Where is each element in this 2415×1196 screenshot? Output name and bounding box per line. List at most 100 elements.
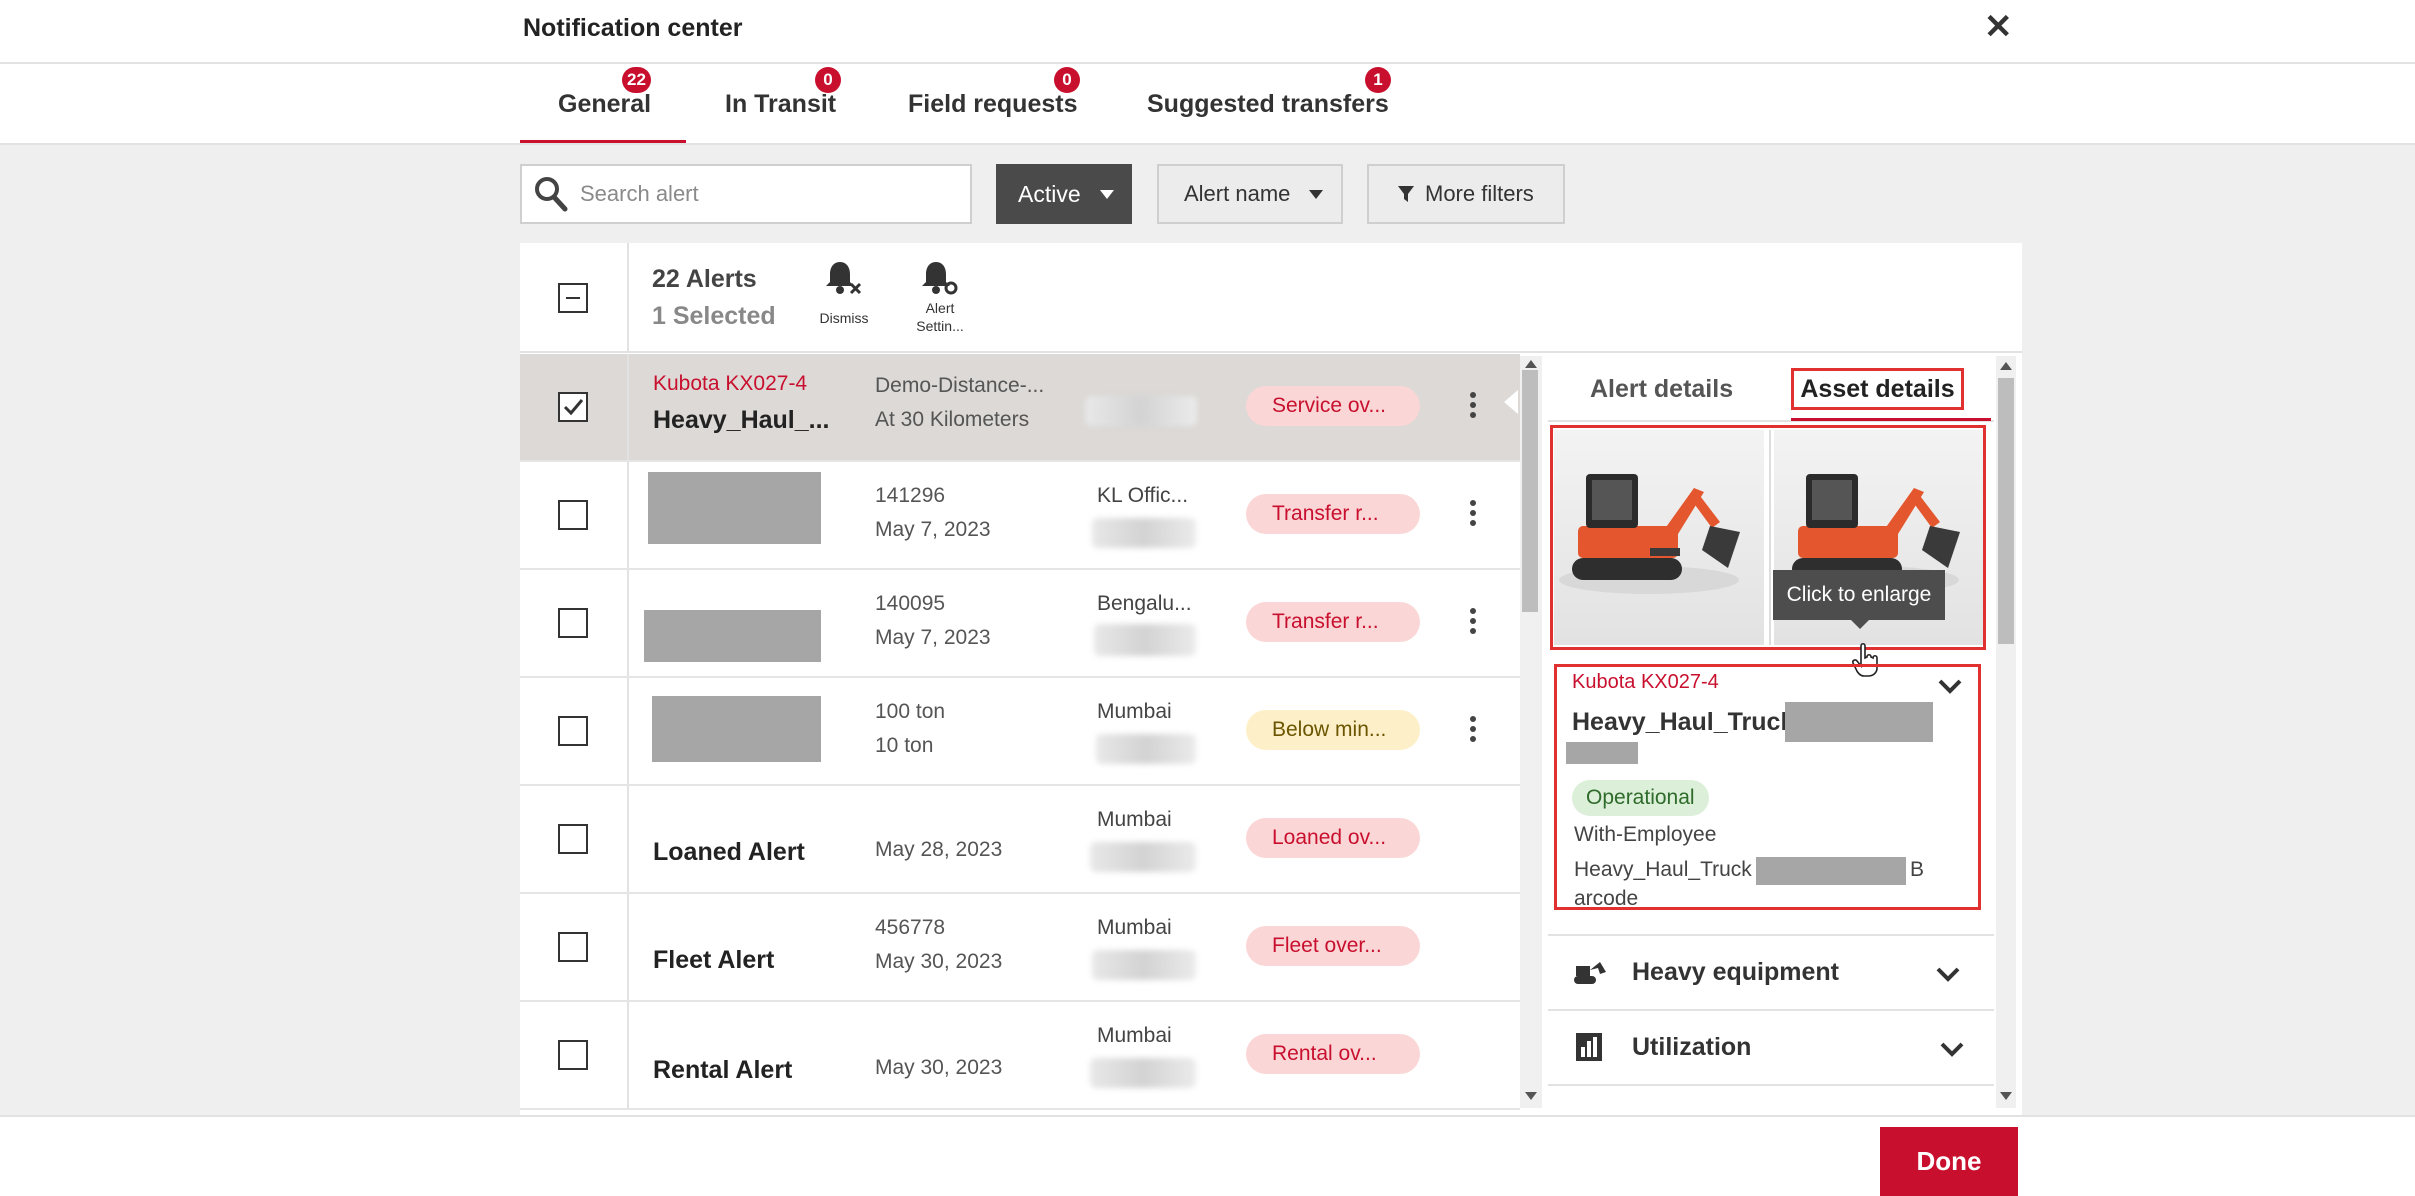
table-row[interactable]: 141296 May 7, 2023 KL Offic... Transfer … [520, 462, 1520, 570]
scroll-down-icon[interactable] [2000, 1092, 2012, 1100]
row-checkbox[interactable] [558, 500, 588, 530]
section-label: Utilization [1632, 1033, 1752, 1061]
table-row[interactable]: Kubota KX027-4 Heavy_Haul_... Demo-Dista… [520, 354, 1520, 462]
column-divider [627, 570, 629, 676]
location: Mumbai [1097, 1024, 1172, 1047]
detail-custody: With-Employee [1574, 823, 1717, 846]
alert-name-filter-dropdown[interactable]: Alert name [1157, 164, 1343, 224]
close-icon[interactable]: ✕ [1984, 10, 2013, 44]
alert-title: Loaned Alert [653, 838, 805, 866]
select-all-checkbox[interactable] [558, 283, 588, 313]
status-filter-label: Active [1018, 180, 1081, 207]
scroll-down-icon[interactable] [1525, 1092, 1537, 1100]
alert-date: May 28, 2023 [875, 838, 1003, 861]
tab-alert-details[interactable]: Alert details [1590, 375, 1733, 404]
redacted-location [1092, 950, 1196, 980]
tab-label: General [558, 90, 652, 118]
list-header [520, 243, 2022, 353]
tab-general[interactable]: General [558, 90, 651, 119]
row-menu-icon[interactable] [1470, 392, 1478, 422]
column-divider [627, 786, 629, 892]
alert-count: 22 Alerts [652, 265, 757, 293]
enlarge-tooltip: Click to enlarge [1773, 570, 1945, 620]
tab-suggested-transfers[interactable]: Suggested transfers [1147, 90, 1389, 119]
section-utilization[interactable]: Utilization [1548, 1009, 1994, 1083]
done-button[interactable]: Done [1880, 1127, 2018, 1196]
row-checkbox[interactable] [558, 716, 588, 746]
detail-asset-model: Kubota KX027-4 [1572, 671, 1719, 693]
chevron-down-icon [1940, 1042, 1964, 1057]
dismiss-button[interactable]: Dismiss [812, 258, 876, 330]
detail-scrollbar-thumb[interactable] [1998, 378, 2014, 644]
table-row[interactable]: 140095 May 7, 2023 Bengalu... Transfer r… [520, 570, 1520, 678]
section-heavy-equipment[interactable]: Heavy equipment [1548, 934, 1994, 1008]
tab-field-requests-count-badge: 0 [1054, 67, 1080, 93]
status-badge: Transfer r... [1246, 602, 1420, 642]
status-badge: Below min... [1246, 710, 1420, 750]
search-input[interactable] [578, 168, 958, 220]
row-menu-icon[interactable] [1470, 608, 1478, 638]
tab-label: Field requests [908, 90, 1078, 118]
row-checkbox[interactable] [558, 932, 588, 962]
column-divider [627, 678, 629, 784]
more-filters-label: More filters [1425, 181, 1534, 206]
scroll-up-icon[interactable] [1525, 360, 1537, 368]
footer [0, 1115, 2415, 1196]
column-divider [627, 462, 629, 568]
row-checkbox[interactable] [558, 1040, 588, 1070]
row-menu-icon[interactable] [1470, 716, 1478, 746]
table-row[interactable]: Loaned Alert May 28, 2023 Mumbai Loaned … [520, 786, 1520, 894]
row-checkbox[interactable] [558, 608, 588, 638]
indeterminate-icon [566, 297, 580, 299]
asset-name: Heavy_Haul_... [653, 406, 830, 434]
checkmark-icon [563, 399, 584, 416]
detail-pointer [1504, 390, 1518, 414]
row-checkbox[interactable] [558, 824, 588, 854]
section-label: Heavy equipment [1632, 958, 1840, 986]
alert-date: May 7, 2023 [875, 518, 991, 541]
alert-date: May 30, 2023 [875, 1056, 1003, 1079]
tab-field-requests[interactable]: Field requests [908, 90, 1078, 119]
search-icon [535, 177, 568, 212]
alert-id: 141296 [875, 484, 946, 507]
chevron-down-icon[interactable] [1938, 678, 1962, 694]
tab-in-transit-count-badge: 0 [815, 67, 841, 93]
alert-id: 140095 [875, 592, 946, 615]
tab-in-transit[interactable]: In Transit [725, 90, 836, 119]
alert-name-filter-label: Alert name [1184, 181, 1291, 206]
table-row[interactable]: Fleet Alert 456778 May 30, 2023 Mumbai F… [520, 894, 1520, 1002]
list-scrollbar-thumb[interactable] [1522, 370, 1538, 612]
bar-chart-icon [1576, 1033, 1602, 1061]
alert-id: 456778 [875, 916, 946, 939]
redacted-asset-image [652, 696, 821, 762]
alert-value: 10 ton [875, 734, 934, 757]
more-filters-button[interactable]: More filters [1367, 164, 1565, 224]
caret-down-icon [1100, 190, 1114, 199]
status-filter-dropdown[interactable]: Active [996, 164, 1132, 224]
status-badge: Service ov... [1246, 386, 1420, 426]
location: Mumbai [1097, 808, 1172, 831]
detail-barcode-tail: B [1910, 858, 1925, 881]
tooltip-tail [1851, 620, 1869, 629]
row-menu-icon[interactable] [1470, 500, 1478, 530]
status-badge: Transfer r... [1246, 494, 1420, 534]
detail-barcode-label: Heavy_Haul_Truck [1574, 858, 1752, 881]
alert-settings-button[interactable]: Alert Settin... [910, 258, 970, 338]
table-row[interactable]: 100 ton 10 ton Mumbai Below min... [520, 678, 1520, 786]
redacted-asset-id [1785, 702, 1933, 742]
section-next [1548, 1084, 1994, 1108]
scroll-up-icon[interactable] [2000, 362, 2012, 370]
alert-title: Fleet Alert [653, 946, 775, 974]
header-divider [0, 62, 2415, 64]
status-badge: Rental ov... [1246, 1034, 1420, 1074]
tab-asset-details[interactable]: Asset details [1791, 368, 1964, 410]
dismiss-label: Dismiss [819, 310, 869, 326]
alert-threshold: 100 ton [875, 700, 946, 723]
row-checkbox[interactable] [558, 392, 588, 422]
alert-settings-label-line2: Settin... [916, 318, 964, 334]
redacted-location [1090, 1058, 1196, 1088]
status-badge: Fleet over... [1246, 926, 1420, 966]
redacted-location [1085, 396, 1197, 426]
bell-settings-icon [922, 262, 958, 295]
table-row[interactable]: Rental Alert May 30, 2023 Mumbai Rental … [520, 1002, 1520, 1110]
